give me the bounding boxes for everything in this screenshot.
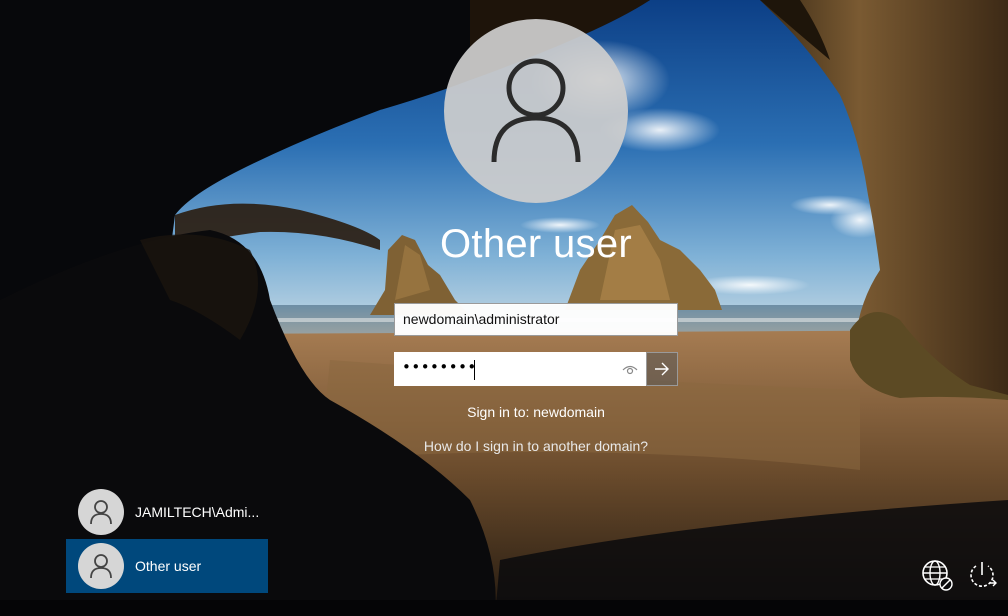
user-avatar: [444, 19, 628, 203]
lock-screen: Other user newdomain\administrator •••••…: [0, 0, 1008, 616]
arrow-right-icon: [655, 362, 669, 376]
submit-button[interactable]: [646, 352, 678, 386]
username-field[interactable]: newdomain\administrator: [394, 303, 678, 336]
user-tile-other-user[interactable]: Other user: [66, 539, 268, 593]
eye-icon[interactable]: [622, 362, 638, 376]
password-row: ••••••••: [394, 352, 678, 386]
sign-in-domain-text: Sign in to: newdomain: [467, 404, 605, 420]
account-title: Other user: [440, 222, 632, 266]
other-domain-link[interactable]: How do I sign in to another domain?: [380, 438, 692, 454]
power-icon[interactable]: [965, 558, 999, 592]
tile-avatar: [78, 489, 124, 535]
user-tile-jamiltech-admin[interactable]: JAMILTECH\Admi...: [66, 485, 268, 539]
user-silhouette-icon: [90, 554, 112, 579]
password-field[interactable]: ••••••••: [394, 352, 646, 386]
network-globe-icon[interactable]: [920, 558, 954, 592]
password-mask: ••••••••: [402, 358, 477, 376]
user-tile-label: Other user: [135, 558, 202, 574]
user-silhouette-icon: [491, 58, 581, 163]
tile-avatar: [78, 543, 124, 589]
user-silhouette-icon: [90, 500, 112, 525]
user-tile-label: JAMILTECH\Admi...: [135, 504, 260, 520]
text-caret: [474, 360, 475, 380]
